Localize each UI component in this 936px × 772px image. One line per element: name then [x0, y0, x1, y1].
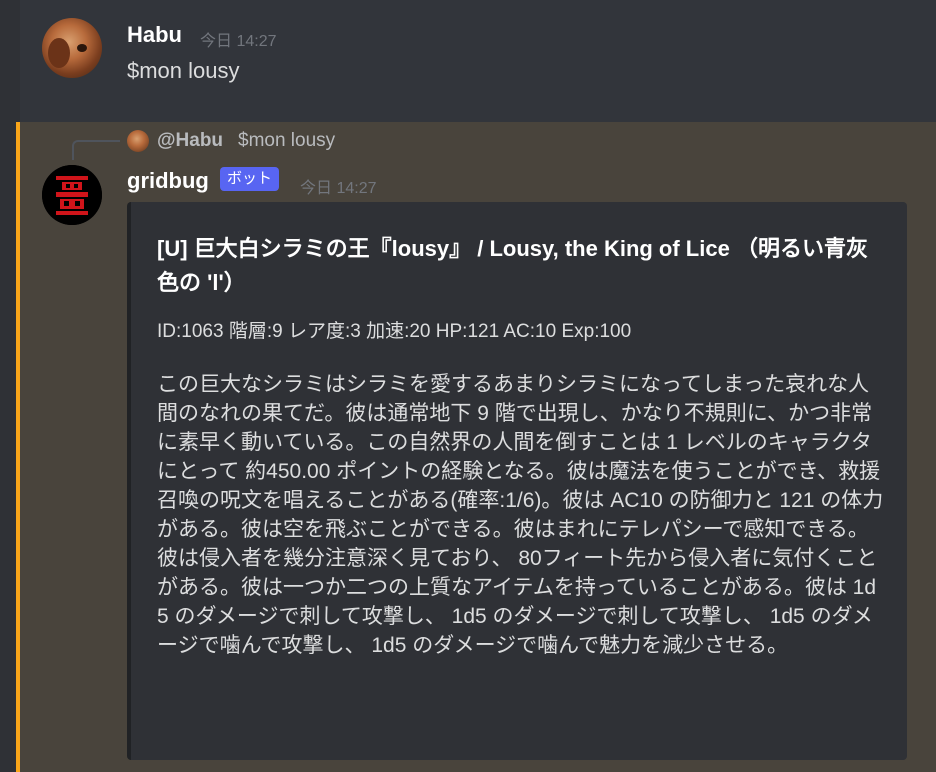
- message-timestamp: 今日 14:27: [300, 180, 377, 197]
- chat-area: Habu 今日 14:27 $mon lousy @Habu $mon lous…: [0, 0, 936, 772]
- avatar[interactable]: [42, 18, 102, 78]
- message-content: $mon lousy: [127, 58, 240, 83]
- embed: [U] 巨大白シラミの王『lousy』 / Lousy, the King of…: [127, 202, 907, 760]
- reply-preview-text[interactable]: $mon lousy: [238, 130, 335, 152]
- embed-title: [U] 巨大白シラミの王『lousy』 / Lousy, the King of…: [157, 236, 868, 295]
- embed-description: この巨大なシラミはシラミを愛するあまりシラミになってしまった哀れな人間のなれの果…: [157, 373, 884, 657]
- reply-spine: [72, 140, 120, 160]
- username-habu[interactable]: Habu: [127, 22, 182, 48]
- avatar[interactable]: [42, 165, 102, 225]
- username-gridbug[interactable]: gridbug: [127, 168, 209, 194]
- reply-avatar: [127, 130, 149, 152]
- avatar-dog-nose: [77, 44, 87, 52]
- avatar-dog-ear: [48, 38, 70, 68]
- embed-stats: ID:1063 階層:9 レア度:3 加速:20 HP:121 AC:10 Ex…: [157, 321, 632, 342]
- message-timestamp: 今日 14:27: [200, 33, 277, 50]
- reply-mention[interactable]: @Habu: [157, 130, 223, 152]
- gridbug-icon: [42, 165, 102, 225]
- mention-highlight-bar: [16, 122, 20, 772]
- bot-tag: ボット: [220, 167, 280, 191]
